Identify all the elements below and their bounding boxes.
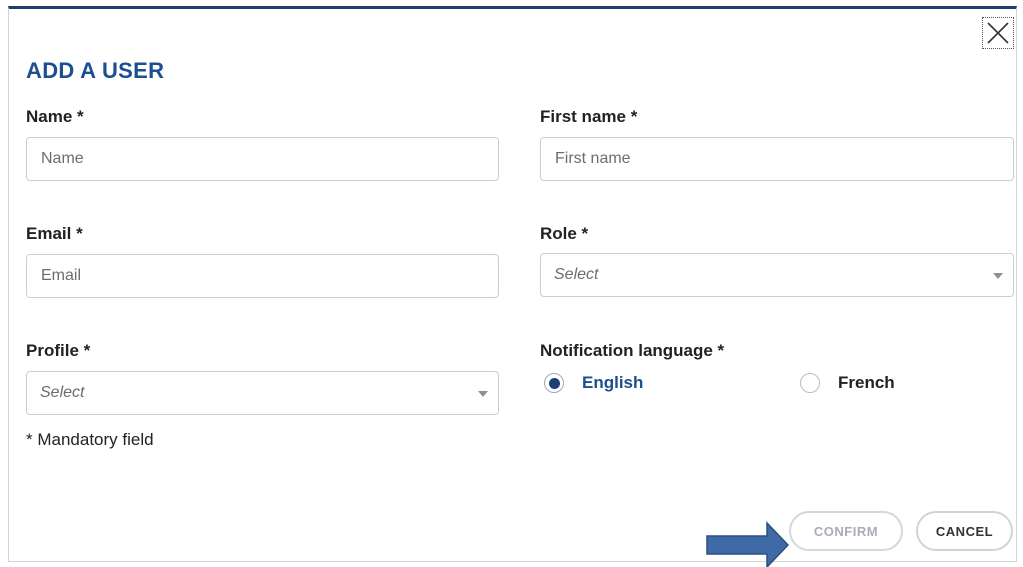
close-icon <box>987 22 1009 44</box>
radio-unchecked-icon <box>800 373 820 393</box>
modal-title: ADD A USER <box>26 58 165 83</box>
radio-checked-icon <box>544 373 564 393</box>
role-select[interactable]: Select <box>540 253 1014 297</box>
right-arrow-icon <box>706 521 790 567</box>
profile-select-value: Select <box>40 384 85 401</box>
radio-english[interactable]: English <box>544 373 643 393</box>
profile-select[interactable]: Select <box>26 371 499 415</box>
close-button[interactable] <box>982 17 1014 49</box>
confirm-button[interactable]: CONFIRM <box>789 511 903 551</box>
name-label: Name * <box>26 107 84 126</box>
radio-english-label: English <box>582 373 644 392</box>
profile-label: Profile * <box>26 341 91 360</box>
email-input[interactable] <box>26 254 499 298</box>
add-user-modal: ADD A USER Name * First name * Email * R… <box>8 6 1017 562</box>
first-name-input[interactable] <box>540 137 1014 181</box>
chevron-down-icon <box>478 391 488 397</box>
email-label: Email * <box>26 224 83 243</box>
chevron-down-icon <box>993 273 1003 279</box>
role-select-value: Select <box>554 266 599 283</box>
cancel-button[interactable]: CANCEL <box>916 511 1013 551</box>
role-label: Role * <box>540 224 589 243</box>
notification-language-label: Notification language * <box>540 341 725 360</box>
radio-french-label: French <box>838 373 895 392</box>
radio-french[interactable]: French <box>800 373 895 393</box>
mandatory-field-note: * Mandatory field <box>26 430 154 449</box>
name-input[interactable] <box>26 137 499 181</box>
first-name-label: First name * <box>540 107 638 126</box>
